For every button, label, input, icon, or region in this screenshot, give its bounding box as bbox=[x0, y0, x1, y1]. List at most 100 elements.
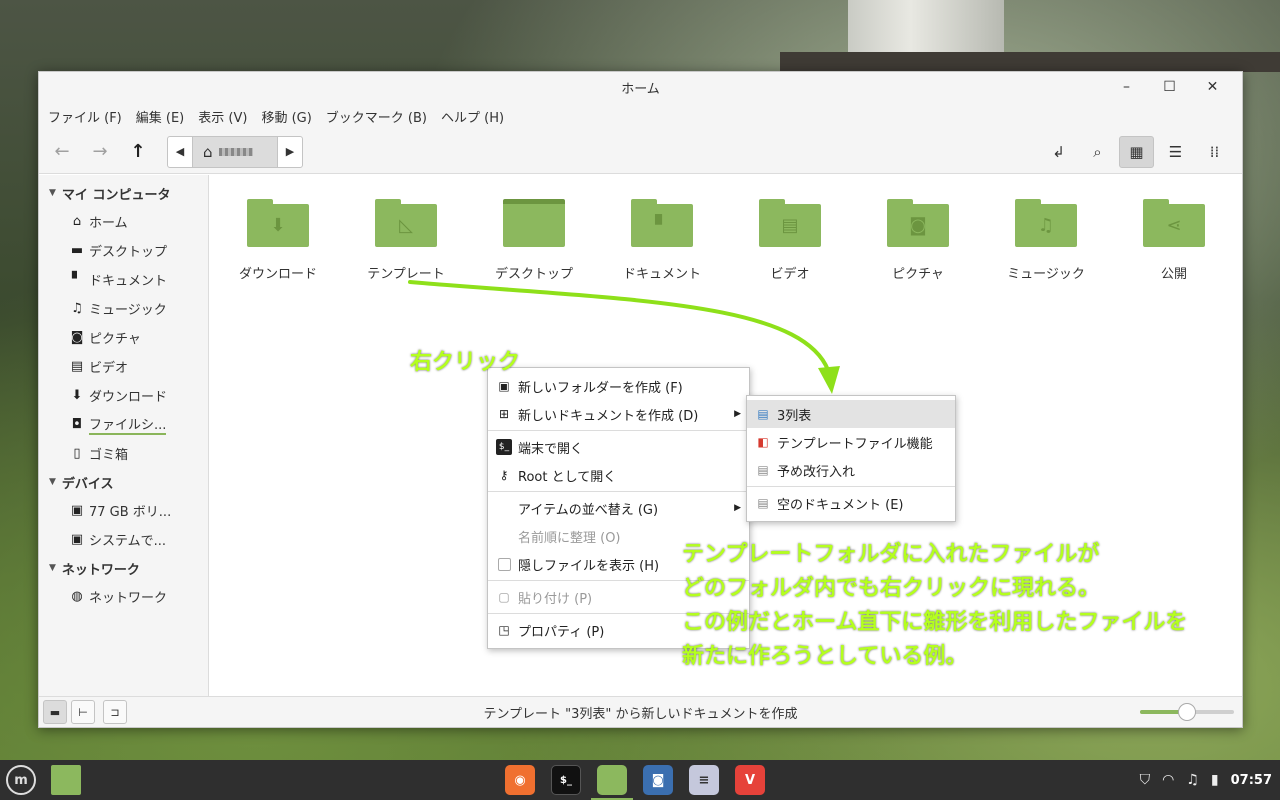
taskbar: m ◉ $_ ◙ ≡ V ⛉ ◠ ♫ ▮ 07:57 bbox=[0, 760, 1280, 800]
network-icon: ◍ bbox=[71, 589, 83, 604]
menu-go[interactable]: 移動 (G) bbox=[254, 107, 318, 126]
template-submenu: ▤ 3列表 ◧ テンプレートファイル機能 ▤ 予め改行入れ ▤ 空のドキュメント (E) bbox=[746, 395, 956, 522]
sidebar-item-music[interactable]: ♫ ミュージック bbox=[39, 294, 208, 323]
list-view-icon[interactable]: ☰ bbox=[1158, 136, 1193, 168]
sidebar-section-devices[interactable]: ▼ デバイス bbox=[39, 468, 208, 496]
sidebar-item-home[interactable]: ⌂ ホーム bbox=[39, 207, 208, 236]
show-desktop-icon[interactable] bbox=[51, 765, 81, 795]
vivaldi-icon[interactable]: V bbox=[735, 765, 765, 795]
sidebar-item-downloads[interactable]: ⬇ ダウンロード bbox=[39, 381, 208, 410]
menu-edit[interactable]: 編集 (E) bbox=[129, 107, 192, 126]
folder-downloads[interactable]: ⬇ ダウンロード bbox=[218, 199, 338, 282]
maximize-icon[interactable]: ☐ bbox=[1148, 72, 1191, 102]
menu-item-new-folder[interactable]: ▣ 新しいフォルダーを作成 (F) bbox=[488, 372, 749, 400]
folder-label: 公開 bbox=[1160, 267, 1187, 282]
sidebar-item-label: 77 GB ボリ... bbox=[89, 505, 172, 520]
path-left-icon[interactable]: ◀ bbox=[168, 137, 192, 167]
menu-item-arrange-items[interactable]: アイテムの並べ替え (G) ▶ bbox=[488, 494, 749, 522]
status-text: テンプレート "3列表" から新しいドキュメントを作成 bbox=[483, 706, 798, 722]
sidebar-item-label: ゴミ箱 bbox=[89, 448, 129, 463]
text-editor-icon[interactable]: ≡ bbox=[689, 765, 719, 795]
sidebar-item-documents[interactable]: ▘ ドキュメント bbox=[39, 265, 208, 294]
clock[interactable]: 07:57 bbox=[1231, 773, 1272, 788]
music-icon[interactable]: ♫ bbox=[1186, 772, 1199, 788]
template-icon: ◺ bbox=[375, 204, 437, 247]
path-right-icon[interactable]: ▶ bbox=[278, 137, 302, 167]
checkbox[interactable] bbox=[497, 557, 511, 571]
film-icon: ▤ bbox=[759, 204, 821, 247]
status-bar: ▬ ⊢ ⊐ テンプレート "3列表" から新しいドキュメントを作成 bbox=[39, 696, 1242, 727]
folder-videos[interactable]: ▤ ビデオ bbox=[730, 199, 850, 282]
sidebar-section-network[interactable]: ▼ ネットワーク bbox=[39, 554, 208, 582]
sidebar-item-label: ピクチャ bbox=[89, 332, 141, 347]
folder-music[interactable]: ♫ ミュージック bbox=[986, 199, 1106, 282]
folder-pictures[interactable]: ◙ ピクチャ bbox=[858, 199, 978, 282]
folder-templates[interactable]: ◺ テンプレート bbox=[346, 199, 466, 282]
drive-icon: ◘ bbox=[71, 417, 83, 432]
note-line: この例だとホーム直下に雛形を利用したファイルを bbox=[682, 610, 1188, 635]
sidebar-item-volume[interactable]: ▣ 77 GB ボリ... bbox=[39, 496, 208, 525]
battery-icon[interactable]: ▮ bbox=[1211, 772, 1219, 788]
folder-desktop[interactable]: デスクトップ bbox=[474, 199, 594, 282]
title-bar[interactable]: ホーム – ☐ ✕ bbox=[39, 72, 1242, 102]
folder-public[interactable]: ⋖ 公開 bbox=[1114, 199, 1234, 282]
folder-label: ダウンロード bbox=[238, 267, 317, 282]
show-tree-icon[interactable]: ⊢ bbox=[71, 700, 95, 724]
menu-help[interactable]: ヘルプ (H) bbox=[434, 107, 511, 126]
path-bar: ◀ ⌂ ▶ bbox=[167, 135, 303, 168]
up-arrow-icon[interactable]: ↑ bbox=[119, 136, 157, 168]
share-icon: ⋖ bbox=[1143, 204, 1205, 247]
drive-icon: ▣ bbox=[70, 503, 84, 518]
folder-documents[interactable]: ▘ ドキュメント bbox=[602, 199, 722, 282]
sidebar-item-label: ミュージック bbox=[89, 303, 167, 318]
submenu-item-empty-document[interactable]: ▤ 空のドキュメント (E) bbox=[747, 489, 955, 517]
sidebar-item-desktop[interactable]: ▬ デスクトップ bbox=[39, 236, 208, 265]
forward-arrow-icon[interactable]: → bbox=[81, 136, 119, 168]
submenu-item-template-file[interactable]: ◧ テンプレートファイル機能 bbox=[747, 428, 955, 456]
note-line: テンプレートフォルダに入れたファイルが bbox=[682, 542, 1100, 567]
back-arrow-icon[interactable]: ← bbox=[43, 136, 81, 168]
folder-label: ミュージック bbox=[1007, 267, 1085, 282]
zoom-slider[interactable] bbox=[1140, 703, 1234, 721]
submenu-item-3-column-table[interactable]: ▤ 3列表 bbox=[747, 400, 955, 428]
hide-sidebar-icon[interactable]: ⊐ bbox=[103, 700, 127, 724]
menu-view[interactable]: 表示 (V) bbox=[191, 107, 254, 126]
menu-item-open-terminal[interactable]: $_ 端末で開く bbox=[488, 433, 749, 461]
show-places-icon[interactable]: ▬ bbox=[43, 700, 67, 724]
sidebar-item-system[interactable]: ▣ システムで... bbox=[39, 525, 208, 554]
path-crumb-home[interactable]: ⌂ bbox=[192, 136, 278, 167]
icon-view-icon[interactable]: ▦ bbox=[1119, 136, 1154, 168]
wifi-icon[interactable]: ◠ bbox=[1162, 772, 1174, 788]
window-title: ホーム bbox=[621, 81, 660, 97]
sidebar-item-videos[interactable]: ▤ ビデオ bbox=[39, 352, 208, 381]
submenu-item-prebroken-lines[interactable]: ▤ 予め改行入れ bbox=[747, 456, 955, 484]
sidebar-section-my-computer[interactable]: ▼ マイ コンピュータ bbox=[39, 179, 208, 207]
terminal-icon[interactable]: $_ bbox=[551, 765, 581, 795]
sidebar-item-trash[interactable]: ▯ ゴミ箱 bbox=[39, 439, 208, 468]
home-icon: ⌂ bbox=[72, 214, 82, 229]
sidebar-item-pictures[interactable]: ◙ ピクチャ bbox=[39, 323, 208, 352]
music-icon: ♫ bbox=[71, 301, 83, 316]
menu-item-open-root[interactable]: ⚷ Root として開く bbox=[488, 461, 749, 489]
close-icon[interactable]: ✕ bbox=[1191, 72, 1234, 102]
menu-file[interactable]: ファイル (F) bbox=[41, 107, 129, 126]
sidebar-item-network[interactable]: ◍ ネットワーク bbox=[39, 582, 208, 611]
sidebar-item-label: システムで... bbox=[89, 534, 167, 549]
section-title: マイ コンピュータ bbox=[61, 187, 171, 203]
sidebar-item-filesystem[interactable]: ◘ ファイルシ... bbox=[39, 410, 208, 439]
mint-menu-icon[interactable]: m bbox=[6, 765, 36, 795]
camera-icon: ◙ bbox=[887, 204, 949, 247]
menu-item-new-document[interactable]: ⊞ 新しいドキュメントを作成 (D) ▶ bbox=[488, 400, 749, 428]
search-icon[interactable]: ⌕ bbox=[1080, 136, 1115, 168]
shield-icon[interactable]: ⛉ bbox=[1140, 772, 1151, 788]
menu-bookmarks[interactable]: ブックマーク (B) bbox=[319, 107, 434, 126]
screenshot-icon[interactable]: ◙ bbox=[643, 765, 673, 795]
folder-label: テンプレート bbox=[367, 267, 445, 282]
sidebar: ▼ マイ コンピュータ ⌂ ホーム ▬ デスクトップ ▘ ドキュメント ♫ ミュージック … bbox=[39, 175, 209, 696]
file-manager-icon[interactable] bbox=[591, 765, 633, 800]
firefox-icon[interactable]: ◉ bbox=[505, 765, 535, 795]
zoom-slider-handle[interactable] bbox=[1178, 703, 1196, 721]
compact-view-icon[interactable]: ⁞⁞ bbox=[1197, 136, 1232, 168]
toggle-location-icon[interactable]: ↲ bbox=[1041, 136, 1076, 168]
minimize-icon[interactable]: – bbox=[1105, 72, 1148, 102]
